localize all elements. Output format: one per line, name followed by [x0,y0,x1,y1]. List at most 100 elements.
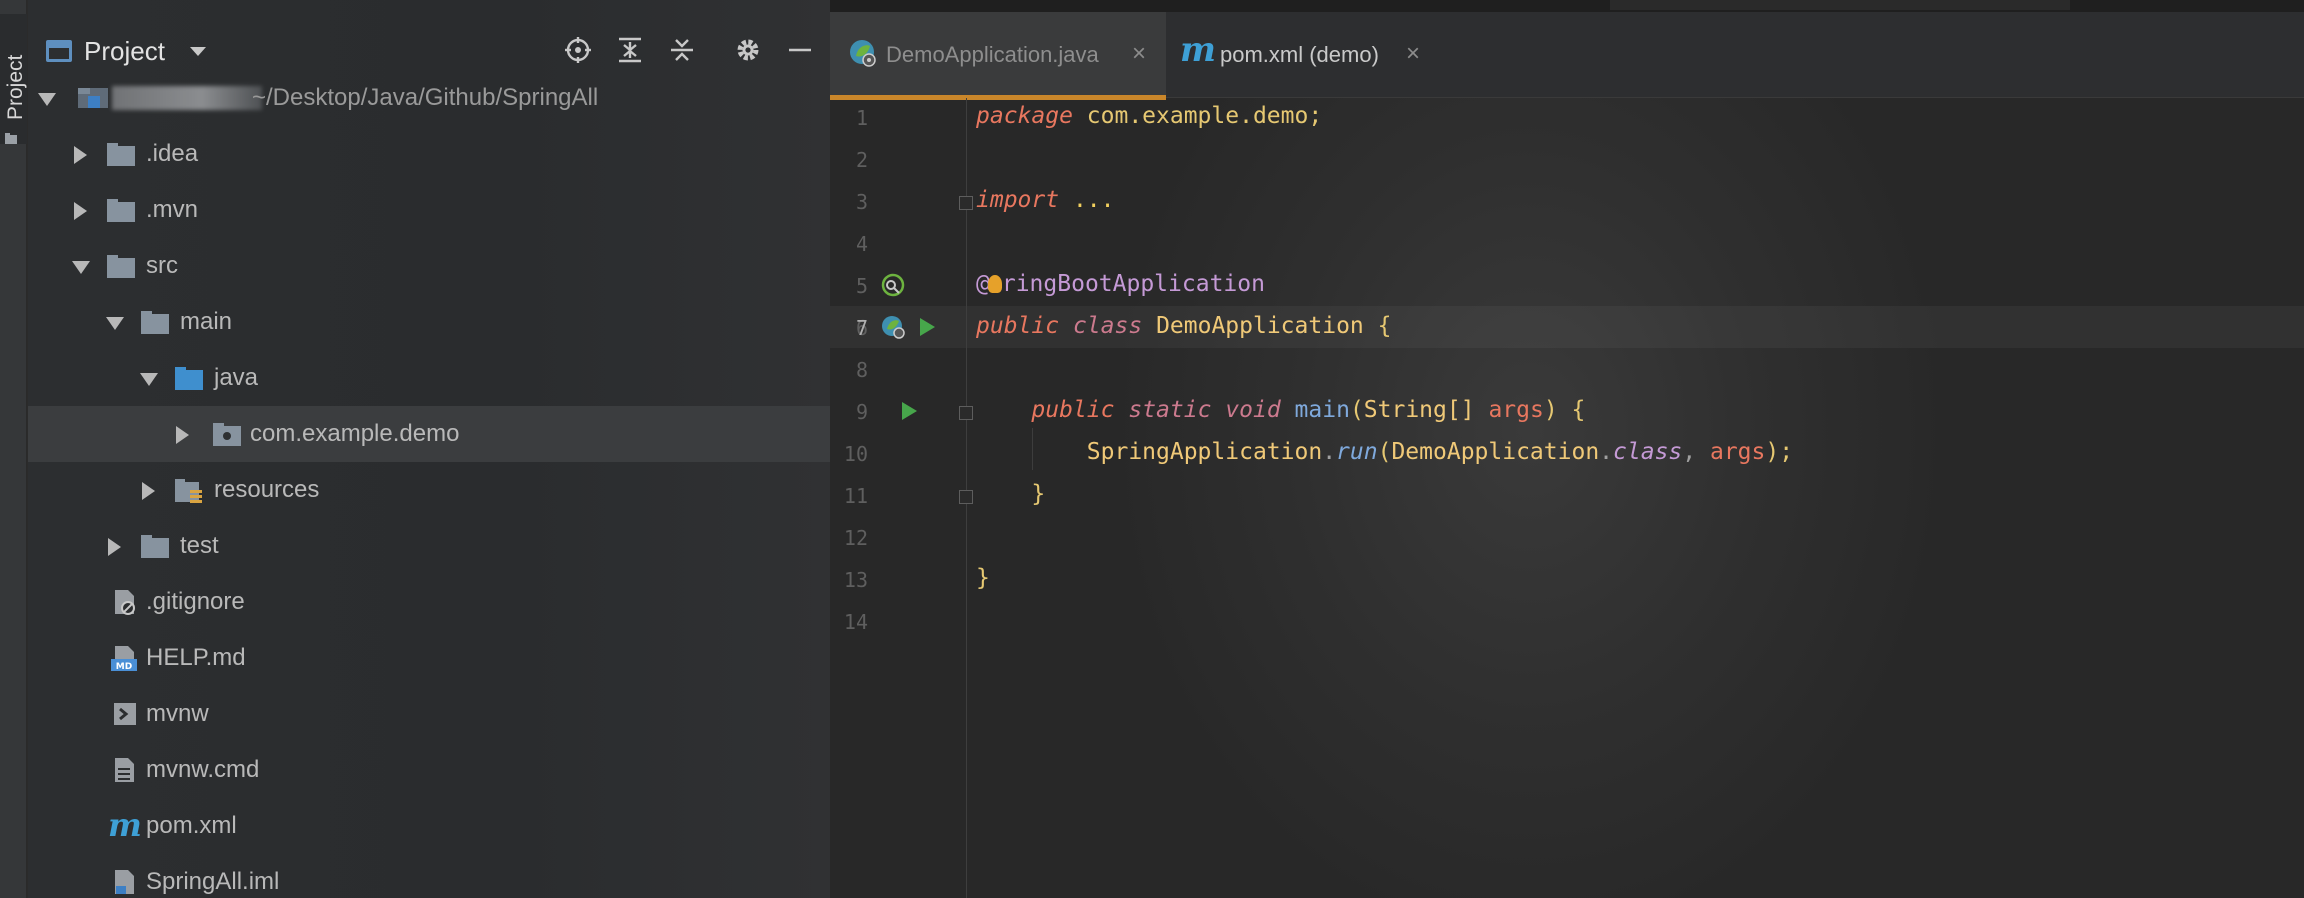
chevron-right-icon[interactable] [108,538,121,556]
project-panel-title[interactable]: Project [84,36,165,67]
collapse-all-icon[interactable] [666,34,698,66]
resources-folder-icon [175,479,202,503]
chevron-down-icon[interactable] [106,317,124,330]
lightbulb-icon[interactable] [987,275,1002,293]
code-line-9[interactable]: public static void main(String[] args) { [976,397,1585,423]
tree-item-idea[interactable]: .idea [28,126,830,182]
code-keyword: class [1072,313,1143,339]
code-keyword: void [1225,397,1281,423]
tab-label: pom.xml (demo) [1220,42,1379,67]
tree-item-resources[interactable]: resources [28,462,830,518]
chevron-down-icon[interactable] [72,261,90,274]
gitignore-file-icon [115,590,135,615]
tree-item-iml[interactable]: SpringAll.iml [28,854,830,898]
line-number: 5 [855,274,868,298]
tab-label: DemoApplication.java [886,42,1099,67]
tree-item-java[interactable]: java [28,350,830,406]
code-paren: ) { [1543,397,1586,423]
code-line-13[interactable]: } [976,565,990,591]
fold-marker-icon[interactable] [959,196,973,210]
project-tool-window-tab-label: Project [4,54,27,120]
editor-tab-bar: DemoApplication.java × m pom.xml (demo) … [830,12,2304,100]
chevron-down-icon[interactable] [140,373,158,386]
tree-item-test[interactable]: test [28,518,830,574]
window-top-strip-segment [1610,0,2070,10]
tree-item-main[interactable]: main [28,294,830,350]
code-brace: { [1363,313,1392,339]
tree-item-label: main [180,308,233,335]
code-keyword: package [976,103,1073,129]
fold-marker-icon[interactable] [959,490,973,504]
tool-window-strip: Project [0,0,27,898]
module-icon [78,88,108,108]
line-number: 11 [843,484,868,508]
line-number: 2 [855,148,868,172]
expand-all-icon[interactable] [614,34,646,66]
code-method-name: run [1336,439,1378,465]
code-param: args [1488,397,1544,423]
code-paren: ); [1765,439,1794,465]
tree-item-mvnw-cmd[interactable]: mvnw.cmd [28,742,830,798]
line-number: 13 [843,568,868,592]
project-tool-window-tab[interactable]: Project [0,14,27,144]
tree-item-mvnw[interactable]: mvnw [28,686,830,742]
code-class-name: DemoApplication [1391,439,1600,465]
tree-item-package[interactable]: com.example.demo [28,406,830,462]
tree-item-help-md[interactable]: MD HELP.md [28,630,830,686]
spring-bean-icon[interactable] [880,272,906,298]
close-icon[interactable]: × [1406,40,1420,68]
gear-icon[interactable] [732,34,764,66]
tab-pom-xml[interactable]: m pom.xml (demo) × [1170,12,1436,98]
line-number: 14 [843,610,868,634]
tree-item-label: mvnw [146,700,209,727]
chevron-right-icon[interactable] [74,202,87,220]
chevron-down-icon[interactable] [190,47,206,56]
tree-root-row[interactable]: ~/Desktop/Java/Github/SpringAll [28,70,830,126]
code-line-3[interactable]: import ... [976,187,1114,213]
chevron-right-icon[interactable] [176,426,189,444]
maven-icon: m [108,806,142,844]
fold-marker-icon[interactable] [959,406,973,420]
folder-icon [107,143,135,166]
code-paren: ( [1349,397,1364,423]
tree-item-label: pom.xml [146,812,237,839]
tree-item-pom-xml[interactable]: m pom.xml [28,798,830,854]
chevron-down-icon[interactable] [38,93,56,106]
code-text: com.example.demo; [1072,103,1323,129]
run-icon[interactable] [920,318,935,336]
folder-icon [141,311,169,334]
hide-icon[interactable] [784,34,816,66]
code-line-10[interactable]: SpringApplication.run(DemoApplication.cl… [976,439,1793,465]
code-line-6[interactable]: @ ringBootApplication [976,271,1265,297]
chevron-right-icon[interactable] [142,482,155,500]
close-icon[interactable]: × [1132,40,1146,68]
source-folder-icon [175,367,203,390]
locate-icon[interactable] [562,34,594,66]
code-brace: } [976,565,990,591]
shell-file-icon [114,703,136,725]
tree-item-gitignore[interactable]: .gitignore [28,574,830,630]
code-line-7[interactable]: public class DemoApplication { [976,313,1391,339]
tree-item-label: .idea [146,140,199,167]
project-panel-header: Project [28,10,830,72]
code-folded-imports[interactable]: ... [1059,187,1115,213]
chevron-right-icon[interactable] [74,146,87,164]
tree-item-label: com.example.demo [250,420,460,447]
tree-item-mvn[interactable]: .mvn [28,182,830,238]
project-path: ~/Desktop/Java/Github/SpringAll [252,84,599,111]
iml-file-icon [115,870,134,894]
code-line-1[interactable]: package com.example.demo; [976,103,1322,129]
tree-item-src[interactable]: src [28,238,830,294]
spring-boot-class-icon[interactable] [880,314,906,340]
code-class-name: SpringApplication [1086,439,1323,465]
tab-demo-application[interactable]: DemoApplication.java × [830,12,1166,100]
code-line-11[interactable]: } [976,481,1045,507]
code-keyword: static [1128,397,1212,423]
code-keyword: public [976,313,1060,339]
tree-item-label: .gitignore [146,588,245,615]
code-keyword: public [1031,397,1115,423]
window-top-strip [830,0,2304,12]
code-keyword: class [1613,439,1683,465]
editor-area: DemoApplication.java × m pom.xml (demo) … [830,0,2304,898]
run-icon[interactable] [902,402,917,420]
